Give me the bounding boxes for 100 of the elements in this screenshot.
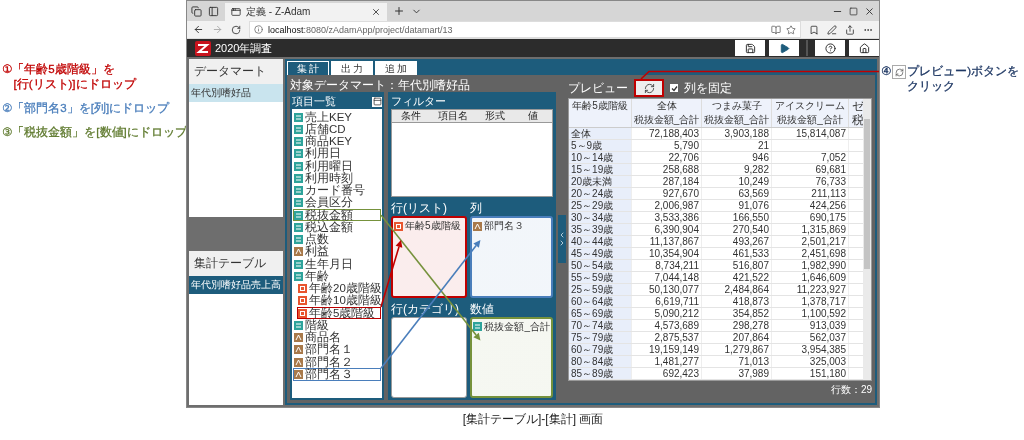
panel-toggle-button[interactable] [558,215,566,263]
refresh-button[interactable] [634,79,664,97]
panel-heading: 項目一覧 [292,94,336,109]
drop-zone[interactable] [391,316,468,398]
field-list-item[interactable]: 売上KEY [293,111,381,124]
field-list-item[interactable]: 利用日 [293,147,381,160]
drop-zone[interactable]: 年齢5歳階級 [391,216,468,298]
text-type-icon [473,221,483,231]
zone-heading: 数値 [470,300,495,318]
column-header: 値 [526,110,539,122]
book-icon[interactable] [771,24,781,35]
field-list-item[interactable]: 年齢20歳階級 [297,282,381,295]
back-icon[interactable] [193,24,204,35]
checkbox[interactable] [670,84,678,92]
column-header: 税抜金額_合計 [701,113,772,128]
category-type-icon [298,308,307,318]
app-title: 2020年調査 [215,40,273,56]
zone-heading: 列 [470,200,483,217]
tab-title: 定義 - Z-Adam [246,5,312,19]
column-header: つまみ菓子 [701,99,772,113]
annotation-text: ①「年齢5歳階級」を [行(リスト)]にドロップ [2,62,138,92]
field-list-item[interactable]: 年齢10歳階級 [297,294,381,307]
field-list-item[interactable]: 生年月日 [293,258,381,271]
chevron-right-icon [558,239,566,247]
help-icon [824,42,836,54]
star-icon[interactable] [786,24,796,35]
field-list-item[interactable]: 店舗CD [293,123,381,136]
chevron-left-icon [558,231,566,239]
new-tab-icon[interactable] [393,5,405,17]
drop-zone[interactable]: 部門名３ [470,216,553,298]
field-list-item[interactable]: 会員区分 [293,196,381,209]
play-button[interactable] [769,40,799,56]
close-icon[interactable] [864,5,875,17]
column-header: 条件 [400,110,423,122]
field-list-item[interactable]: 点数 [293,233,381,246]
vertical-scrollbar[interactable] [863,99,871,380]
panel-heading: データマート [189,59,283,84]
info-icon [254,25,263,34]
field-list-item[interactable]: 利用時刻 [293,172,381,185]
play-icon [778,42,790,54]
column-header: アイスクリーム [771,99,849,113]
column-header: 項目名 [436,110,469,122]
field-list-item[interactable]: 利益 [293,245,381,258]
zone-item[interactable]: 年齢5歳階級 [394,219,461,233]
field-list-item[interactable]: 税抜金額 [293,209,381,222]
share-icon[interactable] [845,24,855,35]
column-header: 形式 [483,110,506,122]
panel-heading: フィルター [391,94,446,109]
refresh-icon [643,82,655,94]
page-icon [231,7,241,17]
panel-icon[interactable] [208,5,219,17]
pen-icon[interactable] [827,24,837,35]
field-list-item[interactable]: 商品KEY [293,135,381,148]
field-list-item[interactable]: 階級 [293,319,381,332]
url-text: localhost:8080/zAdamApp/project/datamart/13 [268,24,454,35]
panel-icon [372,97,382,106]
favorites-icon[interactable] [809,24,819,35]
row-count: 行数：29 [829,383,872,397]
field-list-item[interactable]: 年齢5歳階級 [297,307,381,320]
app-logo [195,40,211,56]
maximize-icon[interactable] [849,6,858,16]
tab[interactable]: 出 力 [331,61,373,75]
column-header: 年齢5歳階級 [569,99,632,128]
zone-item[interactable]: 部門名３ [473,219,525,233]
zone-heading: 行(リスト) [391,200,447,217]
checkbox-label: 列を固定 [684,79,732,97]
numeric-type-icon [473,322,483,331]
collapse-button[interactable] [372,96,382,107]
refresh-icon [892,65,907,79]
panel-heading: 集計テーブル [189,251,283,276]
field-list-item[interactable]: 部門名１ [293,343,381,356]
close-icon[interactable] [371,7,381,17]
preview-label: プレビュー [568,79,628,97]
field-list-item[interactable]: 年齢 [293,270,381,283]
field-list-item[interactable]: カード番号 [293,184,381,197]
column-header: 税抜金額_合計 [631,113,702,128]
field-list-item[interactable]: 商品名 [293,331,381,344]
field-list-item[interactable]: 利用曜日 [293,160,381,173]
copy-icon[interactable] [191,5,202,17]
target-datamart-label: 対象データマート：年代別嗜好品 [290,78,471,92]
zone-item[interactable]: 税抜金額_合計 [473,319,550,334]
reload-icon[interactable] [231,24,241,35]
annotation-text: プレビュー)ボタンを クリック [907,64,1020,94]
browser-tab[interactable]: 定義 - Z-Adam [225,3,387,21]
drop-zone[interactable]: 税抜金額_合計 [470,316,553,398]
field-list-item[interactable]: 税込金額 [293,221,381,234]
save-button[interactable] [735,40,765,56]
column-header: 税抜金額_合計 [771,113,849,128]
address-field[interactable]: localhost:8080/zAdamApp/project/datamart/13 [249,21,801,38]
caption: [集計テーブル]-[集計] 画面 [461,411,605,428]
home-button[interactable] [849,40,879,56]
sidebar-item[interactable]: 年代別嗜好品売上高 [189,276,283,294]
sidebar-item[interactable]: 年代別嗜好品 [189,84,283,102]
field-list-item[interactable]: 部門名２ [293,356,381,369]
step-number: ④ [881,64,892,79]
help-button[interactable] [815,40,845,56]
tab[interactable]: 集 計 [287,61,329,75]
category-type-icon [298,296,307,306]
field-list-item[interactable]: 部門名３ [293,368,381,381]
tab[interactable]: 追 加 [375,61,417,75]
